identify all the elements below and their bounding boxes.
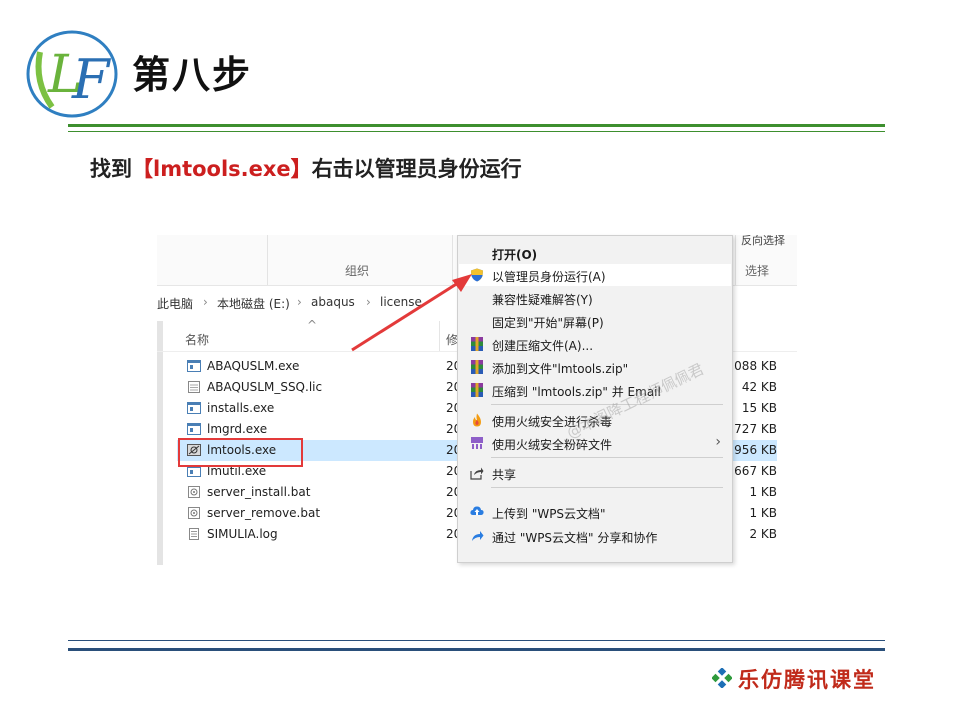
- file-name: server_install.bat: [207, 485, 311, 499]
- uac-shield-icon: [471, 268, 483, 282]
- step-title: 第八步: [132, 53, 253, 97]
- menu-item-label: 兼容性疑难解答(Y): [492, 293, 593, 307]
- lf-logo: L F: [26, 30, 118, 118]
- exe-icon: [187, 423, 201, 435]
- menu-item-share[interactable]: 共享: [459, 462, 731, 484]
- file-name: SIMULIA.log: [207, 527, 278, 541]
- instruction-suffix: 右击以管理员身份运行: [311, 157, 522, 181]
- menu-item-label: 打开(O): [492, 248, 538, 262]
- chevron-right-icon: ›: [366, 295, 371, 309]
- file-name: ABAQUSLM.exe: [207, 359, 300, 373]
- menu-separator: [491, 487, 723, 488]
- nav-pane-scrollbar[interactable]: [157, 321, 163, 565]
- column-name[interactable]: 名称: [185, 331, 209, 348]
- bat-icon: [188, 507, 200, 519]
- menu-item-create-archive[interactable]: 创建压缩文件(A)...: [459, 333, 731, 355]
- bottom-rule: [68, 648, 885, 651]
- huorong-flame-icon: [473, 413, 481, 427]
- highlight-box: [178, 438, 303, 467]
- diamond-cluster-icon: [712, 668, 732, 688]
- menu-item-huorong-shred[interactable]: 使用火绒安全粉碎文件 ›: [459, 432, 731, 454]
- menu-item-label: 创建压缩文件(A)...: [492, 339, 594, 353]
- menu-item-run-as-admin[interactable]: 以管理员身份运行(A): [459, 264, 731, 286]
- winrar-icon: [471, 383, 483, 397]
- ribbon-invert-select[interactable]: 反向选择: [741, 235, 785, 248]
- bat-icon: [188, 486, 200, 498]
- instruction-prefix: 找到: [90, 157, 132, 181]
- breadcrumb-drive[interactable]: 本地磁盘 (E:): [217, 295, 290, 312]
- svg-text:F: F: [71, 48, 112, 111]
- file-name: lmgrd.exe: [207, 422, 268, 436]
- menu-item-wps-upload[interactable]: 上传到 "WPS云文档": [459, 501, 731, 523]
- breadcrumb-this-pc[interactable]: 此电脑: [157, 295, 193, 312]
- menu-item-wps-share[interactable]: 通过 "WPS云文档" 分享和协作: [459, 525, 731, 547]
- ribbon-divider: [452, 235, 453, 285]
- top-rule-thin: [68, 131, 885, 132]
- instruction-text: 找到【lmtools.exe】右击以管理员身份运行: [90, 153, 522, 183]
- file-name: server_remove.bat: [207, 506, 321, 520]
- submenu-arrow-icon: ›: [715, 434, 721, 450]
- column-divider: [439, 321, 440, 351]
- wps-upload-icon: [470, 506, 484, 515]
- menu-item-label: 通过 "WPS云文档" 分享和协作: [492, 531, 658, 545]
- bottom-rule-thin: [68, 640, 885, 641]
- brand-name: 乐仿腾讯课堂: [738, 667, 876, 692]
- share-icon: [470, 467, 484, 480]
- wps-share-icon: [472, 531, 484, 541]
- menu-item-label: 添加到文件"lmtools.zip": [492, 362, 629, 376]
- menu-item-pin-to-start[interactable]: 固定到"开始"屏幕(P): [459, 310, 731, 332]
- menu-item-compat-troubleshoot[interactable]: 兼容性疑难解答(Y): [459, 287, 731, 309]
- ribbon-divider: [735, 235, 736, 285]
- instruction-highlight: 【lmtools.exe】: [132, 157, 312, 181]
- file-name: ABAQUSLM_SSQ.lic: [207, 380, 323, 394]
- log-icon: [189, 528, 199, 540]
- exe-icon: [187, 360, 201, 372]
- menu-item-label: 使用火绒安全粉碎文件: [492, 438, 613, 452]
- exe-icon: [187, 402, 201, 414]
- chevron-right-icon: ›: [297, 295, 302, 309]
- menu-item-label: 上传到 "WPS云文档": [492, 507, 606, 521]
- ribbon-divider: [267, 235, 268, 285]
- sort-up-icon: ^: [307, 318, 318, 332]
- menu-separator: [491, 457, 723, 458]
- top-rule: [68, 124, 885, 127]
- menu-item-label: 共享: [492, 468, 517, 482]
- breadcrumb-license[interactable]: license: [380, 295, 422, 309]
- menu-item-open[interactable]: 打开(O): [459, 242, 731, 264]
- menu-item-label: 固定到"开始"屏幕(P): [492, 316, 604, 330]
- ribbon-group-organize: 组织: [345, 264, 370, 278]
- winrar-icon: [471, 360, 483, 374]
- context-menu: 打开(O) 以管理员身份运行(A) 兼容性疑难解答(Y) 固定到"开始"屏幕(P…: [457, 235, 733, 563]
- huorong-shred-icon: [471, 437, 483, 449]
- winrar-icon: [471, 337, 483, 351]
- menu-item-label: 以管理员身份运行(A): [492, 270, 606, 284]
- breadcrumb-abaqus[interactable]: abaqus: [311, 295, 355, 309]
- chevron-right-icon: ›: [203, 295, 208, 309]
- file-name: installs.exe: [207, 401, 275, 415]
- ribbon-group-select: 选择: [745, 264, 770, 278]
- file-icon: [188, 381, 200, 393]
